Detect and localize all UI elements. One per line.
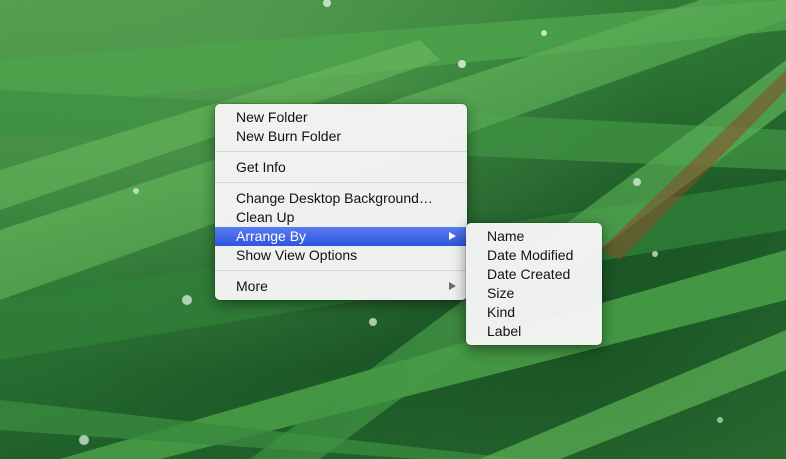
- menu-item-more[interactable]: More: [215, 277, 467, 296]
- menu-separator: [215, 182, 467, 183]
- menu-item-label: Clean Up: [236, 209, 295, 225]
- arrange-by-submenu: Name Date Modified Date Created Size Kin…: [466, 223, 602, 345]
- menu-item-get-info[interactable]: Get Info: [215, 158, 467, 177]
- menu-item-label: Date Modified: [487, 247, 574, 263]
- menu-item-show-view-options[interactable]: Show View Options: [215, 246, 467, 265]
- menu-item-label: More: [236, 278, 268, 294]
- menu-item-arrange-by[interactable]: Arrange By: [215, 227, 467, 246]
- submenu-item-size[interactable]: Size: [466, 284, 602, 303]
- menu-item-label: Name: [487, 228, 525, 244]
- submenu-item-label[interactable]: Label: [466, 322, 602, 341]
- submenu-arrow-icon: [449, 232, 456, 240]
- menu-item-label: Size: [487, 285, 515, 301]
- menu-item-label: Label: [487, 323, 522, 339]
- submenu-item-kind[interactable]: Kind: [466, 303, 602, 322]
- menu-item-change-desktop-background[interactable]: Change Desktop Background…: [215, 189, 467, 208]
- menu-separator: [215, 270, 467, 271]
- menu-item-label: Get Info: [236, 159, 286, 175]
- menu-item-label: Date Created: [487, 266, 571, 282]
- desktop-context-menu: New Folder New Burn Folder Get Info Chan…: [215, 104, 467, 300]
- menu-item-new-burn-folder[interactable]: New Burn Folder: [215, 127, 467, 146]
- menu-item-label: New Burn Folder: [236, 128, 342, 144]
- submenu-item-date-created[interactable]: Date Created: [466, 265, 602, 284]
- menu-separator: [215, 151, 467, 152]
- menu-item-label: Show View Options: [236, 247, 358, 263]
- menu-item-label: Kind: [487, 304, 516, 320]
- submenu-arrow-icon: [449, 282, 456, 290]
- menu-item-new-folder[interactable]: New Folder: [215, 108, 467, 127]
- submenu-item-name[interactable]: Name: [466, 227, 602, 246]
- menu-item-label: Arrange By: [236, 228, 307, 244]
- submenu-item-date-modified[interactable]: Date Modified: [466, 246, 602, 265]
- menu-item-label: Change Desktop Background…: [236, 190, 433, 206]
- menu-item-label: New Folder: [236, 109, 308, 125]
- menu-item-clean-up[interactable]: Clean Up: [215, 208, 467, 227]
